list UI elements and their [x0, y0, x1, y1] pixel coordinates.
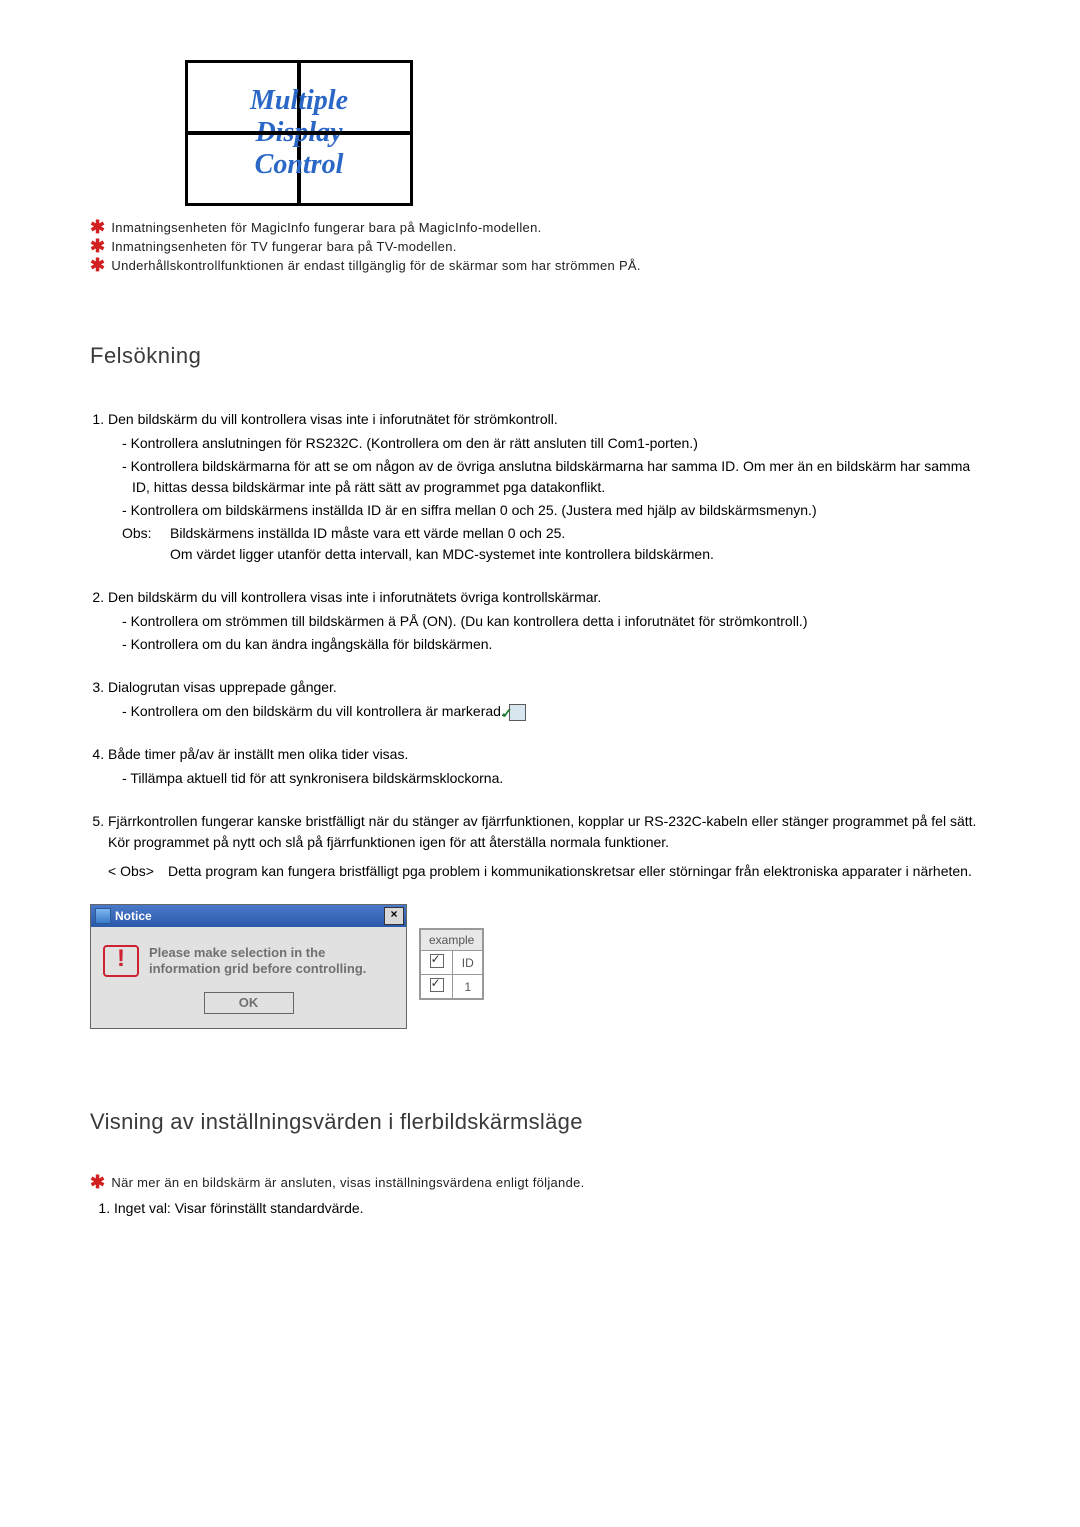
trouble-lead: Fjärrkontrollen fungerar kanske bristfäl… — [108, 813, 976, 850]
multiple-display-control-logo: Multiple Display Control — [185, 60, 990, 206]
star-icon: ✱ — [90, 1175, 105, 1190]
top-note: Inmatningsenheten för TV fungerar bara p… — [111, 239, 456, 254]
heading-troubleshooting: Felsökning — [90, 343, 990, 369]
values-item-1: Inget val: Visar förinställt standardvär… — [114, 1200, 990, 1216]
top-note: Inmatningsenheten för MagicInfo fungerar… — [111, 220, 541, 235]
alert-icon — [103, 945, 139, 977]
trouble-sub: Kontrollera anslutningen för RS232C. (Ko… — [122, 433, 990, 454]
obs-body: Bildskärmens inställda ID måste vara ett… — [170, 523, 990, 565]
dialog-title: Notice — [115, 909, 384, 923]
trouble-item-2: Den bildskärm du vill kontrollera visas … — [108, 587, 990, 655]
trouble-sub: Kontrollera om bildskärmens inställda ID… — [122, 500, 990, 521]
trouble-lead: Den bildskärm du vill kontrollera visas … — [108, 589, 601, 605]
trouble-lead: Dialogrutan visas upprepade gånger. — [108, 679, 337, 695]
trouble-sub: Kontrollera om du kan ändra ingångskälla… — [122, 634, 990, 655]
close-button[interactable]: × — [384, 907, 404, 925]
logo-line1: Multiple — [250, 85, 348, 117]
checkbox-icon — [430, 978, 444, 992]
logo-line2: Display — [255, 117, 342, 149]
example-header: example — [421, 930, 483, 951]
star-icon: ✱ — [90, 239, 105, 254]
trouble-sub: Kontrollera om strömmen till bildskärmen… — [122, 611, 990, 632]
star-icon: ✱ — [90, 258, 105, 273]
trouble-item-1: Den bildskärm du vill kontrollera visas … — [108, 409, 990, 565]
trouble-lead: Den bildskärm du vill kontrollera visas … — [108, 411, 558, 427]
obs-label: < Obs> — [108, 861, 168, 882]
values-note: När mer än en bildskärm är ansluten, vis… — [111, 1175, 584, 1190]
id-header: ID — [453, 951, 483, 975]
heading-display-values: Visning av inställningsvärden i flerbild… — [90, 1109, 990, 1135]
notice-dialog: Notice × Please make selection in the in… — [90, 904, 407, 1029]
star-icon: ✱ — [90, 220, 105, 235]
trouble-lead: Både timer på/av är inställt men olika t… — [108, 746, 408, 762]
trouble-item-3: Dialogrutan visas upprepade gånger. Kont… — [108, 677, 990, 722]
trouble-item-5: Fjärrkontrollen fungerar kanske bristfäl… — [108, 811, 990, 882]
trouble-item-4: Både timer på/av är inställt men olika t… — [108, 744, 990, 789]
trouble-sub: Kontrollera om den bildskärm du vill kon… — [122, 701, 990, 722]
trouble-sub: Tillämpa aktuell tid för att synkroniser… — [122, 768, 990, 789]
app-icon — [95, 908, 111, 924]
top-note: Underhållskontrollfunktionen är endast t… — [111, 258, 640, 273]
checkbox-icon — [430, 954, 444, 968]
logo-line3: Control — [255, 149, 344, 181]
id-value: 1 — [453, 975, 483, 999]
trouble-sub: Kontrollera bildskärmarna för att se om … — [122, 456, 990, 498]
ok-button[interactable]: OK — [204, 992, 294, 1014]
checkbox-icon — [509, 704, 526, 721]
obs-label: Obs: — [122, 523, 170, 565]
dialog-message: Please make selection in the information… — [149, 945, 394, 978]
obs-body: Detta program kan fungera bristfälligt p… — [168, 861, 990, 882]
example-grid: example ID 1 — [419, 928, 484, 1000]
